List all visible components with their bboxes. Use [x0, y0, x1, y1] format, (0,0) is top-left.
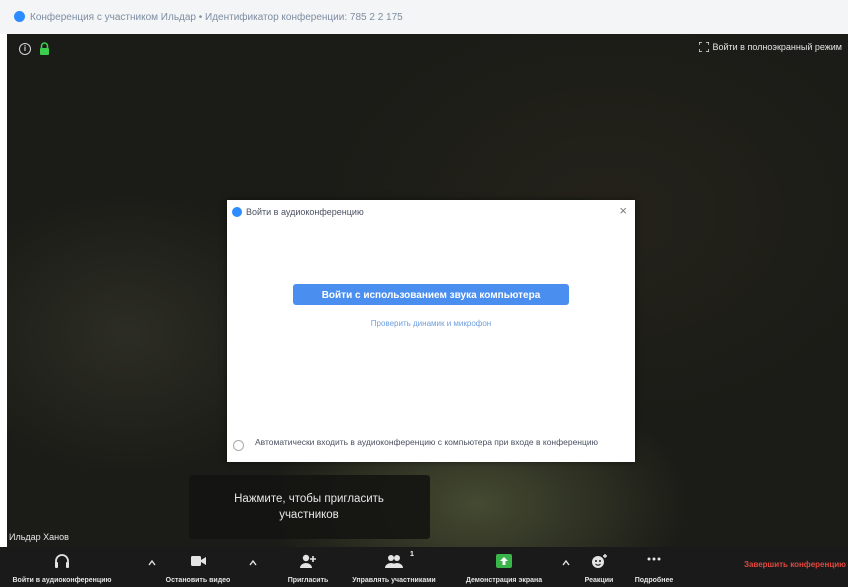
participants-count: 1 — [410, 551, 414, 558]
stop-video-button[interactable]: Остановить видео — [158, 547, 238, 587]
more-button[interactable]: Подробнее — [626, 547, 682, 587]
dialog-title: Войти в аудиоконференцию — [246, 207, 364, 217]
lock-icon[interactable] — [39, 42, 50, 56]
close-icon[interactable]: × — [619, 203, 627, 218]
invite-button[interactable]: Пригласить — [280, 547, 336, 587]
invite-label: Пригласить — [287, 577, 329, 584]
invite-tooltip[interactable]: Нажмите, чтобы пригласить участников — [189, 475, 430, 539]
window-titlebar: Конференция с участником Ильдар • Иденти… — [0, 0, 848, 34]
auto-join-label[interactable]: Автоматически входить в аудиоконференцию… — [255, 436, 605, 448]
manage-participants-button[interactable]: 1 Управлять участниками — [338, 547, 450, 587]
more-icon — [647, 557, 661, 561]
manage-participants-label: Управлять участниками — [352, 577, 436, 584]
share-screen-icon — [496, 554, 512, 568]
join-audio-button[interactable]: Войти в аудиоконференцию — [8, 547, 116, 587]
share-screen-button[interactable]: Демонстрация экрана — [452, 547, 556, 587]
fullscreen-button[interactable]: Войти в полноэкранный режим — [698, 42, 843, 52]
audio-options-chevron-icon[interactable] — [148, 559, 156, 567]
join-audio-label: Войти в аудиоконференцию — [12, 577, 112, 584]
add-user-icon — [300, 554, 316, 568]
zoom-logo-icon — [232, 207, 242, 217]
headphones-icon — [55, 554, 69, 568]
meeting-toolbar: Войти в аудиоконференцию Остановить виде… — [0, 547, 848, 587]
end-meeting-button[interactable]: Завершить конференцию — [744, 560, 846, 569]
stop-video-label: Остановить видео — [165, 577, 231, 584]
zoom-logo-icon — [14, 11, 25, 22]
invite-tooltip-text: Нажмите, чтобы пригласить участников — [234, 493, 384, 521]
reactions-button[interactable]: Реакции — [574, 547, 624, 587]
share-screen-label: Демонстрация экрана — [465, 577, 543, 584]
reactions-label: Реакции — [584, 577, 614, 584]
info-icon[interactable]: i — [19, 43, 31, 55]
fullscreen-label: Войти в полноэкранный режим — [712, 42, 843, 52]
share-options-chevron-icon[interactable] — [562, 559, 570, 567]
join-with-computer-audio-button[interactable]: Войти с использованием звука компьютера — [293, 284, 569, 305]
fullscreen-icon — [698, 42, 709, 52]
test-speaker-mic-link[interactable]: Проверить динамик и микрофон — [227, 319, 635, 328]
video-camera-icon — [191, 556, 206, 566]
reaction-icon — [592, 554, 607, 568]
more-label: Подробнее — [634, 577, 674, 584]
audio-dialog: Войти в аудиоконференцию × Войти с испол… — [227, 200, 635, 462]
video-options-chevron-icon[interactable] — [249, 559, 257, 567]
auto-join-checkbox[interactable] — [233, 440, 244, 451]
participant-name: Ильдар Ханов — [9, 532, 69, 542]
participants-icon — [385, 555, 403, 568]
window-title: Конференция с участником Ильдар • Иденти… — [30, 12, 403, 23]
